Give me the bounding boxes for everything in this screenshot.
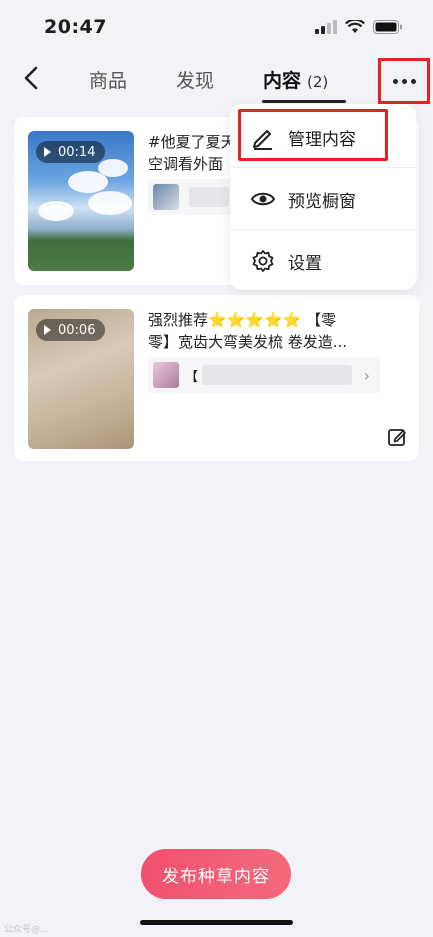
content-title: 强烈推荐⭐⭐⭐⭐⭐ 【零 零】宽齿大弯美发梳 卷发造... [148, 309, 347, 353]
status-icons [315, 20, 403, 34]
status-time: 20:47 [44, 16, 107, 38]
more-menu-button[interactable] [378, 58, 430, 104]
menu-item-settings[interactable]: 设置 [230, 230, 416, 292]
content-title-line: 空调看外面 [148, 155, 224, 173]
more-dot-icon [410, 78, 416, 84]
video-duration: 00:14 [58, 144, 96, 160]
product-thumbnail [153, 184, 179, 210]
more-dot-icon [401, 78, 407, 84]
active-tab-indicator [262, 100, 346, 103]
watermark: 公众号@... [4, 925, 49, 935]
video-thumbnail[interactable]: 00:14 [28, 131, 134, 271]
signal-icon [315, 20, 337, 34]
menu-item-label: 设置 [288, 253, 322, 274]
product-name-blurred [202, 365, 353, 385]
play-icon [44, 325, 51, 335]
gear-icon [252, 250, 274, 272]
product-name-blurred [189, 187, 229, 207]
top-nav: 商品 发现 内容 (2) [0, 56, 433, 104]
tab-discover[interactable]: 发现 [176, 66, 214, 93]
chevron-right-icon: › [363, 365, 370, 385]
eye-icon [250, 192, 276, 206]
edit-icon[interactable] [387, 427, 407, 447]
content-title: #他夏了夏天 空调看外面 [148, 131, 236, 175]
content-title-line: 强烈推荐⭐⭐⭐⭐⭐ 【零 [148, 311, 337, 329]
video-duration: 00:06 [58, 322, 96, 338]
tab-products[interactable]: 商品 [89, 66, 127, 93]
publish-content-button[interactable]: 发布种草内容 [141, 849, 291, 899]
video-thumbnail[interactable]: 00:06 [28, 309, 134, 449]
tab-content-count: (2) [307, 73, 329, 91]
content-title-line: 零】宽齿大弯美发梳 卷发造... [148, 333, 348, 351]
tab-content[interactable]: 内容 (2) [263, 66, 328, 93]
status-bar: 20:47 [0, 0, 433, 56]
menu-item-label: 预览橱窗 [288, 191, 356, 212]
video-duration-badge: 00:14 [36, 141, 106, 163]
wifi-icon [345, 20, 365, 33]
tab-content-label: 内容 [263, 70, 302, 92]
home-indicator [140, 920, 293, 925]
highlight-annotation [238, 109, 388, 161]
linked-product[interactable] [148, 179, 238, 215]
more-dot-icon [392, 78, 398, 84]
product-name-prefix: 【 [185, 369, 199, 385]
product-thumbnail [153, 362, 179, 388]
video-duration-badge: 00:06 [36, 319, 106, 341]
content-card[interactable]: 00:06 强烈推荐⭐⭐⭐⭐⭐ 【零 零】宽齿大弯美发梳 卷发造... 【 › [14, 295, 419, 461]
back-arrow-icon[interactable] [18, 64, 46, 92]
play-icon [44, 147, 51, 157]
battery-icon [373, 20, 402, 34]
linked-product[interactable]: 【 › [148, 357, 380, 393]
menu-item-preview-showcase[interactable]: 预览橱窗 [230, 168, 416, 230]
content-title-line: #他夏了夏天 [148, 133, 236, 151]
